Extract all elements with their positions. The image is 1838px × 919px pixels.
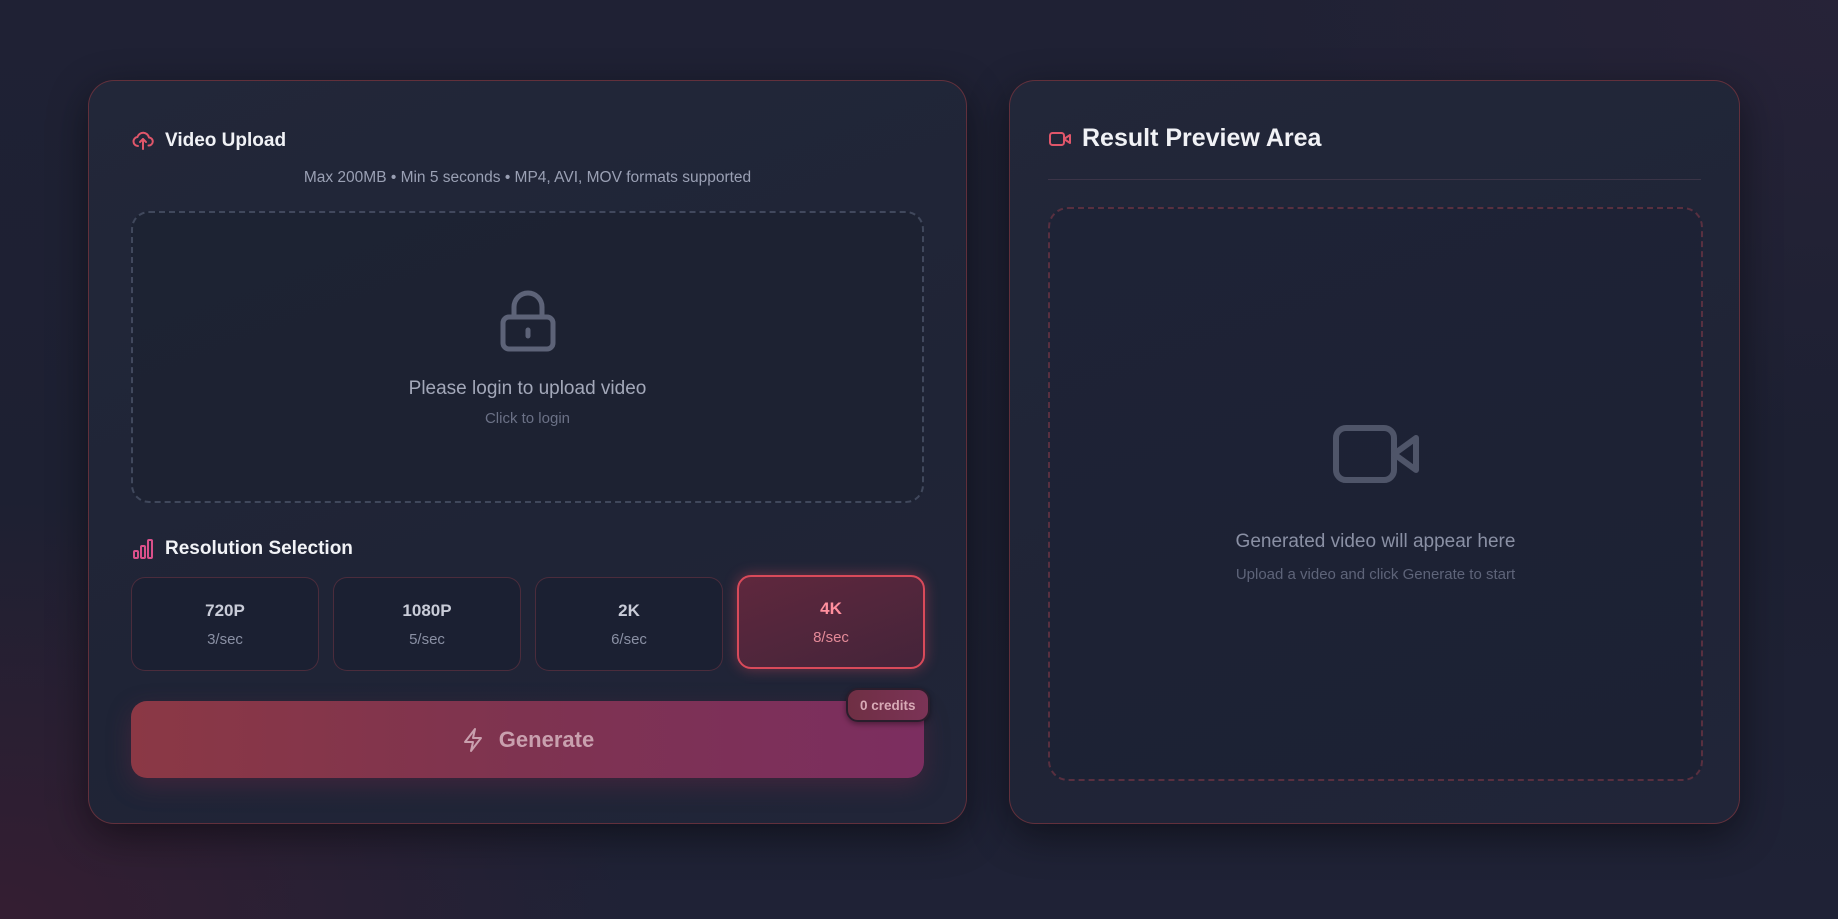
bar-chart-icon (131, 537, 155, 561)
resolution-label: 4K (820, 598, 842, 618)
resolution-rate: 6/sec (611, 630, 647, 648)
resolution-rate: 8/sec (813, 628, 849, 646)
generate-button[interactable]: Generate (131, 701, 924, 778)
resolution-option-1080p[interactable]: 1080P 5/sec (333, 577, 521, 671)
upload-requirements-hint: Max 200MB • Min 5 seconds • MP4, AVI, MO… (303, 169, 752, 186)
upload-panel: Video Upload Max 200MB • Min 5 seconds •… (88, 80, 967, 824)
resolution-label: 2K (618, 600, 640, 620)
resolution-selection-title: Resolution Selection (165, 538, 353, 559)
upload-dropzone[interactable]: Please login to upload video Click to lo… (131, 211, 924, 503)
resolution-label: 720P (205, 600, 245, 620)
preview-placeholder-hint: Upload a video and click Generate to sta… (1235, 566, 1516, 583)
video-camera-icon (1048, 129, 1072, 149)
resolution-option-720p[interactable]: 720P 3/sec (131, 577, 319, 671)
preview-placeholder-message: Generated video will appear here (1235, 531, 1516, 552)
resolution-rate: 3/sec (207, 630, 243, 648)
cloud-upload-icon (131, 129, 155, 153)
result-preview-panel: Result Preview Area Generated video will… (1009, 80, 1740, 824)
resolution-option-2k[interactable]: 2K 6/sec (535, 577, 723, 671)
result-preview-title: Result Preview Area (1082, 124, 1322, 152)
resolution-selection-heading: Resolution Selection (131, 537, 353, 561)
lightning-icon (461, 727, 485, 753)
result-preview-box: Generated video will appear here Upload … (1048, 207, 1703, 781)
header-divider (1048, 179, 1701, 180)
video-upload-title: Video Upload (165, 130, 287, 151)
generate-label: Generate (498, 726, 595, 752)
resolution-options: 720P 3/sec 1080P 5/sec 2K 6/sec 4K 8/sec (131, 575, 925, 671)
lock-icon (498, 289, 558, 358)
resolution-rate: 5/sec (409, 630, 445, 648)
click-to-login-link[interactable]: Click to login (133, 410, 922, 427)
credits-badge: 0 credits (846, 688, 930, 722)
video-camera-icon (1332, 422, 1420, 491)
resolution-label: 1080P (402, 600, 452, 620)
video-upload-heading: Video Upload (131, 129, 286, 153)
resolution-option-4k[interactable]: 4K 8/sec (737, 575, 925, 669)
login-to-upload-message: Please login to upload video (408, 378, 647, 399)
result-preview-heading: Result Preview Area (1048, 124, 1321, 153)
